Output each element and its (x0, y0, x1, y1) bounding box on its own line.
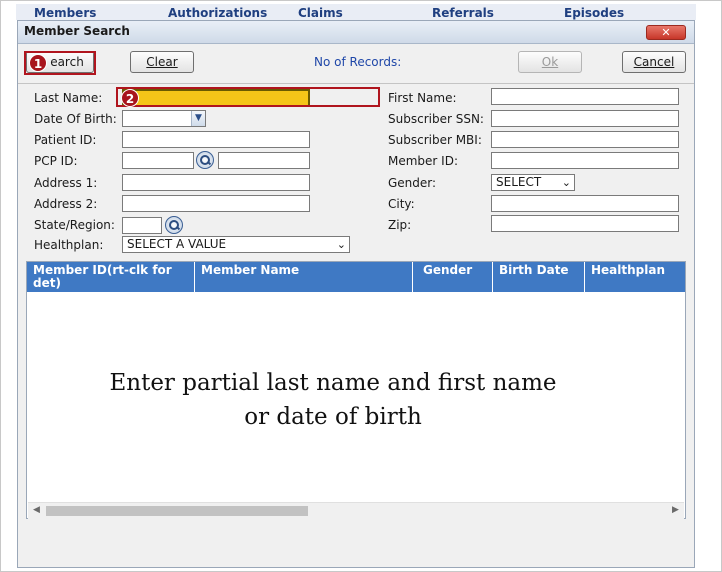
grid-header: Member ID(rt-clk for det) Member Name Ge… (27, 262, 685, 292)
chevron-down-icon: ▼ (191, 111, 205, 126)
healthplan-select-value: SELECT A VALUE (127, 237, 227, 251)
column-header-gender-label: Gender (423, 263, 473, 277)
address2-label: Address 2: (34, 197, 98, 211)
first-name-label: First Name: (388, 91, 457, 105)
pcp-name-input[interactable] (218, 152, 310, 169)
results-grid: Member ID(rt-clk for det) Member Name Ge… (26, 261, 686, 519)
healthplan-label: Healthplan: (34, 238, 104, 252)
bg-nav-referrals: Referrals (432, 6, 494, 20)
gender-select[interactable]: SELECT ⌄ (491, 174, 575, 191)
member-search-dialog: Member Search ✕ earch 1 Clear No of Reco… (17, 20, 695, 568)
scroll-left-icon[interactable]: ◀ (33, 505, 40, 515)
city-label: City: (388, 197, 415, 211)
patient-id-input[interactable] (122, 131, 310, 148)
patient-id-label: Patient ID: (34, 133, 97, 147)
pcp-id-label: PCP ID: (34, 154, 78, 168)
state-input[interactable] (122, 217, 162, 234)
state-label: State/Region: (34, 218, 115, 232)
subscriber-ssn-label: Subscriber SSN: (388, 112, 484, 126)
gender-select-value: SELECT (496, 175, 542, 189)
healthplan-select[interactable]: SELECT A VALUE ⌄ (122, 236, 350, 253)
chevron-down-icon: ⌄ (561, 176, 571, 189)
scroll-right-icon[interactable]: ▶ (672, 505, 679, 515)
city-input[interactable] (491, 195, 679, 212)
empty-message-line-2: or date of birth (244, 404, 422, 430)
address1-input[interactable] (122, 174, 310, 191)
bg-nav-episodes: Episodes (564, 6, 625, 20)
last-name-input[interactable] (122, 89, 310, 107)
dob-dropdown[interactable]: ▼ (122, 110, 206, 127)
zip-label: Zip: (388, 218, 412, 232)
bg-nav-claims: Claims (298, 6, 343, 20)
bg-nav-authorizations: Authorizations (168, 6, 268, 20)
subscriber-mbi-label: Subscriber MBI: (388, 133, 482, 147)
pcp-lookup-search-icon[interactable] (196, 151, 214, 169)
subscriber-ssn-input[interactable] (491, 110, 679, 127)
chevron-down-icon: ⌄ (336, 238, 346, 251)
background-nav-bar: Members Authorizations Claims Referrals … (16, 4, 696, 20)
column-header-member-id[interactable]: Member ID(rt-clk for det) (27, 262, 195, 292)
dob-label: Date Of Birth: (34, 112, 117, 126)
pcp-id-input[interactable] (122, 152, 194, 169)
first-name-input[interactable] (491, 88, 679, 105)
step-badge-2: 2 (121, 89, 139, 107)
empty-grid-message: Enter partial last name and first name o… (27, 366, 639, 434)
scrollbar-thumb[interactable] (46, 506, 308, 516)
gender-label: Gender: (388, 176, 437, 190)
column-header-gender[interactable]: Gender (413, 262, 493, 292)
column-header-member-name[interactable]: Member Name (195, 262, 413, 292)
last-name-label: Last Name: (34, 91, 103, 105)
subscriber-mbi-input[interactable] (491, 131, 679, 148)
address2-input[interactable] (122, 195, 310, 212)
state-lookup-search-icon[interactable] (165, 216, 183, 234)
empty-message-line-1: Enter partial last name and first name (109, 370, 557, 396)
column-header-birth-date[interactable]: Birth Date (493, 262, 585, 292)
search-form: Last Name: 2 Date Of Birth: ▼ Patient ID… (18, 21, 694, 261)
member-id-label: Member ID: (388, 154, 458, 168)
zip-input[interactable] (491, 215, 679, 232)
column-header-healthplan[interactable]: Healthplan (585, 262, 685, 292)
address1-label: Address 1: (34, 176, 98, 190)
bg-nav-members: Members (34, 6, 97, 20)
member-id-input[interactable] (491, 152, 679, 169)
horizontal-scrollbar[interactable]: ◀ ▶ (28, 502, 684, 519)
